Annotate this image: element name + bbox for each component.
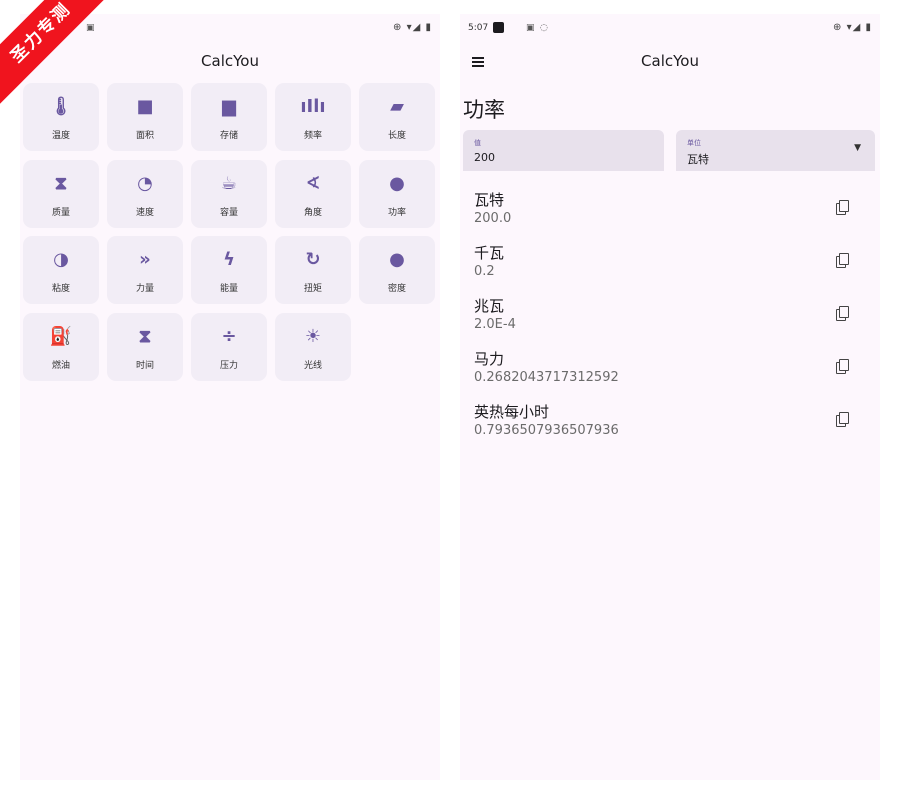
category-tile[interactable]: ⧗ 时间 bbox=[107, 313, 183, 381]
category-label: 质量 bbox=[51, 208, 70, 218]
category-tile[interactable]: ▆ 存储 bbox=[191, 83, 267, 151]
status-icons: ⊕ ▾◢ ▮ bbox=[833, 22, 872, 33]
unit-value: 2.0E-4 bbox=[474, 317, 516, 332]
category-label: 功率 bbox=[387, 208, 406, 218]
category-tile[interactable]: ■ 面积 bbox=[107, 83, 183, 151]
category-label: 光线 bbox=[303, 361, 322, 371]
compress-icon: ÷ bbox=[221, 325, 237, 347]
drop-icon: ● bbox=[389, 248, 405, 270]
category-label: 粘度 bbox=[51, 284, 70, 294]
waveform-icon: ıIlı bbox=[300, 95, 326, 117]
bolt-icon: ϟ bbox=[223, 248, 235, 270]
category-label: 容量 bbox=[219, 208, 238, 218]
scale-icon: ⧗ bbox=[54, 172, 68, 194]
unit-value: 200.0 bbox=[474, 211, 512, 226]
result-row: 千瓦 0.2 bbox=[474, 242, 874, 292]
angle-icon: ∢ bbox=[305, 172, 321, 194]
app-bar: CalcYou bbox=[460, 44, 880, 78]
rotate-icon: ↻ bbox=[305, 248, 321, 270]
result-row: 兆瓦 2.0E-4 bbox=[474, 295, 874, 345]
category-tile[interactable]: ϟ 能量 bbox=[191, 236, 267, 304]
conversion-screen: 5:07 ▣ ◌ ⊕ ▾◢ ▮ CalcYou 功率 值 200 单位 瓦特 ▼… bbox=[460, 14, 880, 780]
category-label: 存储 bbox=[219, 131, 238, 141]
category-tile[interactable]: ☀ 光线 bbox=[275, 313, 351, 381]
sun-icon: ☀ bbox=[304, 325, 322, 347]
category-tile[interactable]: ◔ 速度 bbox=[107, 160, 183, 228]
app-bar: CalcYou bbox=[20, 44, 440, 78]
category-tile[interactable]: ▰ 长度 bbox=[359, 83, 435, 151]
copy-icon[interactable] bbox=[836, 412, 850, 428]
category-tile[interactable]: ↻ 扭矩 bbox=[275, 236, 351, 304]
category-screen: ▣ ⊕ ▾◢ ▮ CalcYou 🌡 温度 ■ 面积 ▆ 存储 ıIlı 频率 ▰ 长度 ⧗ 质量 ◔ 速… bbox=[20, 14, 440, 780]
app-title: CalcYou bbox=[641, 52, 699, 70]
category-tile[interactable]: ● 密度 bbox=[359, 236, 435, 304]
category-label: 密度 bbox=[387, 284, 406, 294]
status-icons: ⊕ ▾◢ ▮ bbox=[393, 22, 432, 33]
unit-name: 千瓦 bbox=[474, 244, 505, 262]
category-label: 扭矩 bbox=[303, 284, 322, 294]
unit-select-label: 单位 bbox=[687, 139, 701, 147]
status-time: 5:07 bbox=[468, 23, 489, 33]
result-row: 瓦特 200.0 bbox=[474, 189, 874, 239]
image-notification-icon: ▣ bbox=[526, 23, 535, 33]
copy-icon[interactable] bbox=[836, 359, 850, 375]
category-label: 能量 bbox=[219, 284, 238, 294]
fuel-pump-icon: ⛽ bbox=[49, 325, 73, 347]
category-tile[interactable]: ⧗ 质量 bbox=[23, 160, 99, 228]
category-label: 温度 bbox=[51, 131, 70, 141]
category-tile[interactable]: ⛽ 燃油 bbox=[23, 313, 99, 381]
copy-icon[interactable] bbox=[836, 253, 850, 269]
result-row: 马力 0.2682043717312592 bbox=[474, 348, 874, 398]
unit-name: 兆瓦 bbox=[474, 297, 505, 315]
sd-card-icon: ▆ bbox=[222, 95, 236, 117]
category-tile[interactable]: 🌡 温度 bbox=[23, 83, 99, 151]
speedometer-icon: ◔ bbox=[137, 172, 153, 194]
status-bar: 5:07 ▣ ◌ ⊕ ▾◢ ▮ bbox=[460, 14, 880, 44]
app-title: CalcYou bbox=[201, 52, 259, 70]
value-field[interactable]: 值 200 bbox=[463, 130, 664, 171]
result-row: 英热每小时 0.7936507936507936 bbox=[474, 401, 874, 451]
category-tile[interactable]: » 力量 bbox=[107, 236, 183, 304]
notification-icon: ▣ bbox=[86, 23, 95, 33]
unit-select[interactable]: 单位 瓦特 ▼ bbox=[676, 130, 875, 171]
unit-name: 瓦特 bbox=[474, 191, 505, 209]
unit-name: 英热每小时 bbox=[474, 403, 550, 421]
unit-value: 0.2 bbox=[474, 264, 495, 279]
category-tile[interactable]: ∢ 角度 bbox=[275, 160, 351, 228]
cup-icon: ☕ bbox=[220, 172, 238, 194]
ruler-icon: ▰ bbox=[390, 95, 404, 117]
unit-value: 0.7936507936507936 bbox=[474, 423, 619, 438]
copy-icon[interactable] bbox=[836, 306, 850, 322]
notification-icon bbox=[493, 22, 504, 33]
cast-notification-icon: ◌ bbox=[540, 23, 548, 33]
dropdown-arrow-icon[interactable]: ▼ bbox=[854, 143, 861, 153]
category-label: 面积 bbox=[135, 131, 154, 141]
category-label: 时间 bbox=[135, 361, 154, 371]
value-field-label: 值 bbox=[474, 139, 481, 147]
thermometer-icon: 🌡 bbox=[49, 95, 73, 117]
category-tile[interactable]: ◑ 粘度 bbox=[23, 236, 99, 304]
category-label: 力量 bbox=[135, 284, 154, 294]
square-icon: ■ bbox=[136, 95, 154, 117]
page-title: 功率 bbox=[463, 98, 505, 122]
category-label: 长度 bbox=[387, 131, 406, 141]
hourglass-icon: ⧗ bbox=[138, 325, 152, 347]
category-label: 燃油 bbox=[51, 361, 70, 371]
category-label: 频率 bbox=[303, 131, 322, 141]
category-tile[interactable]: ÷ 压力 bbox=[191, 313, 267, 381]
unit-value: 0.2682043717312592 bbox=[474, 370, 619, 385]
contrast-icon: ◑ bbox=[53, 248, 69, 270]
category-tile[interactable]: ıIlı 频率 bbox=[275, 83, 351, 151]
value-field-input[interactable]: 200 bbox=[474, 151, 495, 164]
unit-name: 马力 bbox=[474, 350, 505, 368]
category-label: 角度 bbox=[303, 208, 322, 218]
category-label: 压力 bbox=[219, 361, 238, 371]
unit-select-value: 瓦特 bbox=[687, 153, 709, 166]
category-label: 速度 bbox=[135, 208, 154, 218]
lightbulb-icon: ● bbox=[389, 172, 405, 194]
category-tile[interactable]: ☕ 容量 bbox=[191, 160, 267, 228]
copy-icon[interactable] bbox=[836, 200, 850, 216]
double-chevron-icon: » bbox=[139, 248, 151, 270]
category-tile[interactable]: ● 功率 bbox=[359, 160, 435, 228]
